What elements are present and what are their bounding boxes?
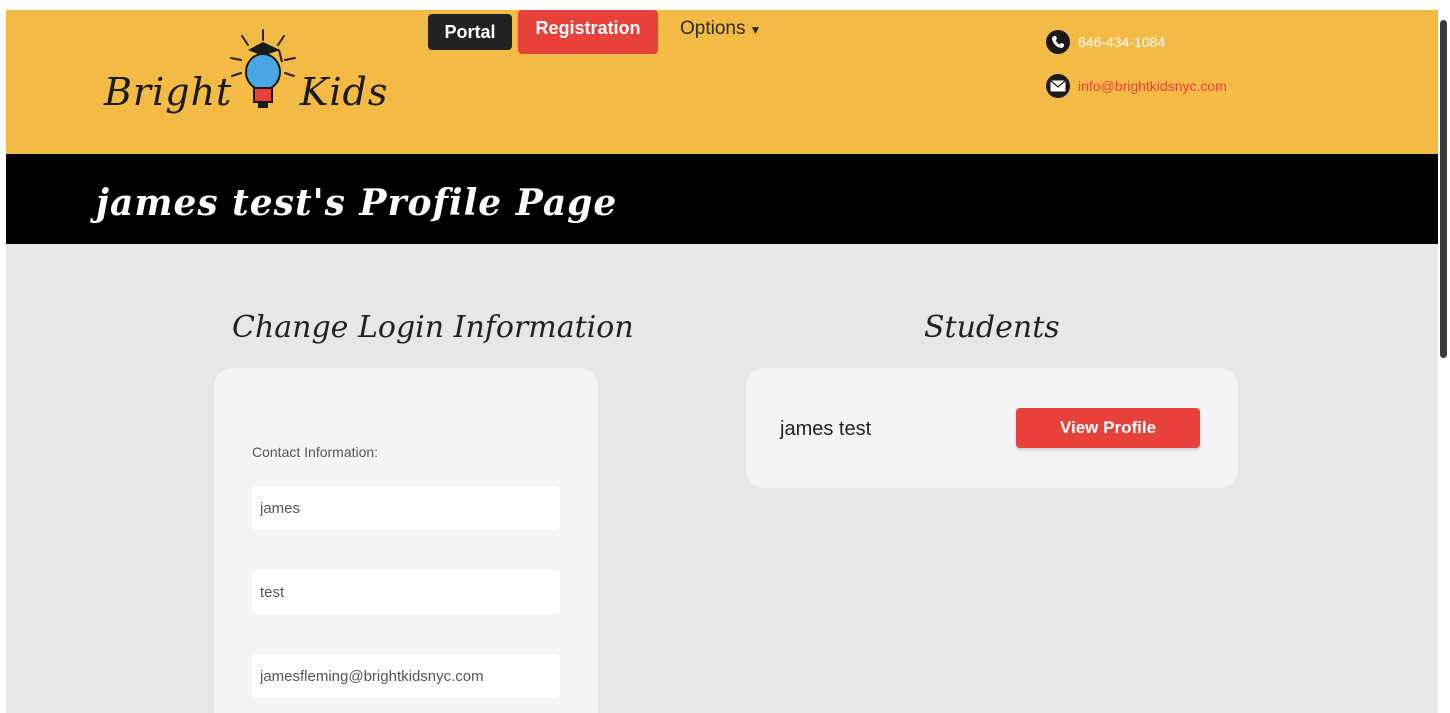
view-profile-button[interactable]: View Profile bbox=[1016, 408, 1200, 448]
logo-text-right: Kids bbox=[300, 70, 389, 114]
main-content: Change Login Information Students Contac… bbox=[6, 244, 1438, 713]
email-field[interactable] bbox=[252, 654, 560, 698]
login-form-card: Contact Information: bbox=[214, 368, 598, 713]
logo[interactable]: Bright Kids bbox=[104, 28, 404, 123]
phone-icon bbox=[1046, 30, 1070, 54]
login-section-heading: Change Login Information bbox=[232, 310, 634, 345]
email-link: info@brightkidsnyc.com bbox=[1078, 78, 1227, 94]
students-card: james test View Profile bbox=[746, 368, 1238, 488]
first-name-field[interactable] bbox=[252, 486, 560, 530]
contact-phone[interactable]: 646-434-1084 bbox=[1046, 30, 1165, 54]
nav-registration-button[interactable]: Registration bbox=[518, 10, 658, 54]
student-name: james test bbox=[780, 418, 872, 440]
caret-down-icon: ▼ bbox=[749, 23, 762, 37]
last-name-field[interactable] bbox=[252, 570, 560, 614]
nav-portal-button[interactable]: Portal bbox=[428, 14, 512, 50]
logo-text-left: Bright bbox=[104, 70, 233, 114]
title-band: james test's Profile Page bbox=[6, 154, 1438, 244]
nav-options-dropdown[interactable]: Options ▼ bbox=[680, 18, 761, 40]
page-title: james test's Profile Page bbox=[96, 182, 618, 224]
lightbulb-icon bbox=[230, 29, 296, 108]
contact-information-label: Contact Information: bbox=[252, 444, 379, 460]
site-header: Bright Kids Portal Registration Options … bbox=[6, 10, 1438, 154]
page-frame: Bright Kids Portal Registration Options … bbox=[6, 10, 1438, 713]
phone-number: 646-434-1084 bbox=[1078, 34, 1166, 50]
scrollbar-thumb[interactable] bbox=[1440, 20, 1447, 358]
students-section-heading: Students bbox=[924, 310, 1060, 345]
contact-email[interactable]: info@brightkidsnyc.com bbox=[1046, 74, 1227, 98]
nav-options-label: Options bbox=[680, 18, 746, 39]
envelope-icon bbox=[1046, 74, 1070, 98]
